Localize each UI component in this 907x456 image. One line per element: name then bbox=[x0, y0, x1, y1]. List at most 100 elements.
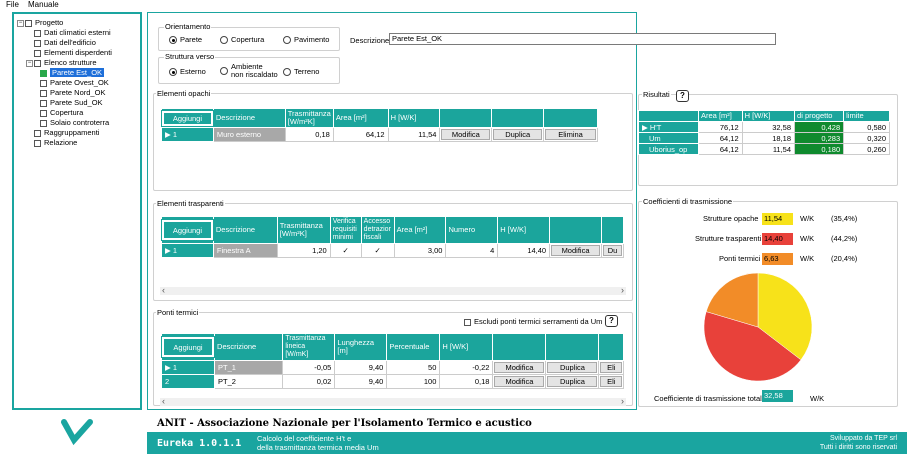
row-number: 1 bbox=[172, 130, 178, 139]
radio-icon[interactable] bbox=[283, 68, 291, 77]
descrizione-input[interactable]: Parete Est_OK bbox=[389, 33, 776, 45]
trasparenti-h-acc2: detrazior bbox=[363, 226, 391, 233]
row-name: H'T bbox=[649, 122, 662, 132]
modifica-button[interactable]: Modifica bbox=[441, 129, 491, 140]
table-row[interactable]: ▶ 1 Muro esterno 0,18 64,12 11,54 Modifi… bbox=[161, 127, 598, 142]
radio-pavimento[interactable]: Pavimento bbox=[283, 35, 329, 45]
opachi-title: Elementi opachi bbox=[156, 89, 212, 98]
elimina-button[interactable]: Eli bbox=[600, 362, 622, 373]
tree-item-parete-sud[interactable]: Parete Sud_OK bbox=[40, 98, 103, 107]
ponti-h-desc: Descrizione bbox=[214, 333, 284, 361]
radio-esterno[interactable]: Esterno bbox=[169, 67, 206, 77]
checkbox-icon[interactable] bbox=[25, 19, 32, 27]
radio-icon[interactable] bbox=[220, 36, 228, 45]
risultati-title: Risultati bbox=[642, 90, 671, 99]
duplica-button[interactable]: Duplica bbox=[493, 129, 543, 140]
tree-item-raggruppamenti[interactable]: Raggruppamenti bbox=[34, 128, 99, 137]
trasparenti-table: Aggiungi Descrizione Trasmittanza [W/m²K]… bbox=[161, 216, 625, 258]
table-row[interactable]: 2 PT_2 0,02 9,40 100 0,18 Modifica Dupli… bbox=[160, 374, 624, 389]
checkbox-checked-icon[interactable] bbox=[40, 69, 47, 77]
checkbox-icon[interactable] bbox=[40, 79, 47, 87]
radio-copertura[interactable]: Copertura bbox=[220, 35, 264, 45]
cell-desc: PT_2 bbox=[214, 374, 284, 389]
radio-icon[interactable] bbox=[220, 67, 228, 75]
radio-parete[interactable]: Parete bbox=[169, 35, 202, 45]
trasparenti-add-button[interactable]: Aggiungi bbox=[161, 219, 214, 241]
menu-file[interactable]: File bbox=[6, 0, 19, 9]
tree-root[interactable]: − Progetto bbox=[17, 18, 63, 27]
menu-manuale[interactable]: Manuale bbox=[28, 0, 59, 9]
tree-item-parete-nord[interactable]: Parete Nord_OK bbox=[40, 88, 105, 97]
tree-item-elenco-strutture[interactable]: − Elenco strutture bbox=[26, 58, 97, 67]
radio-selected-icon[interactable] bbox=[169, 36, 177, 45]
scroll-right-icon[interactable]: › bbox=[621, 285, 624, 295]
ponti-h-tras1: Trasmittanza bbox=[285, 335, 326, 342]
tree-item-parete-ovest[interactable]: Parete Ovest_OK bbox=[40, 78, 109, 87]
tree-item-dati-climatici[interactable]: Dati climatici esterni bbox=[34, 28, 111, 37]
cell-prog: 0,428 bbox=[794, 121, 845, 133]
radio-terreno[interactable]: Terreno bbox=[283, 67, 319, 77]
opachi-add-button[interactable]: Aggiungi bbox=[161, 109, 214, 127]
help-icon[interactable]: ? bbox=[676, 90, 689, 102]
checkbox-icon[interactable] bbox=[40, 89, 47, 97]
tree-item-parete-est[interactable]: Parete Est_OK bbox=[40, 68, 105, 77]
opachi-h-desc: Descrizione bbox=[212, 108, 286, 128]
checkbox-icon[interactable] bbox=[34, 49, 41, 57]
tree-item-solaio[interactable]: Solaio controterra bbox=[40, 118, 109, 127]
checkmark-icon[interactable]: ✓ bbox=[343, 246, 349, 255]
cell-area: 3,00 bbox=[393, 243, 447, 258]
checkbox-icon[interactable] bbox=[40, 109, 47, 117]
duplica-button[interactable]: Duplica bbox=[547, 362, 598, 373]
checkbox-icon[interactable] bbox=[40, 119, 47, 127]
cell-desc: PT_1 bbox=[214, 360, 284, 375]
radio-icon[interactable] bbox=[283, 36, 291, 45]
collapse-icon[interactable]: − bbox=[26, 59, 33, 67]
tree-item-copertura[interactable]: Copertura bbox=[40, 108, 83, 117]
coef-totale-label: Coefficiente di trasmissione totale bbox=[654, 394, 767, 403]
ponti-table: Aggiungi Descrizione Trasmittanza lineica… bbox=[160, 333, 624, 389]
cell-tras: 0,18 bbox=[284, 127, 334, 142]
modifica-button[interactable]: Modifica bbox=[551, 245, 600, 256]
tree-item-elementi-disperdenti[interactable]: Elementi disperdenti bbox=[34, 48, 112, 57]
footer-org: ANIT - Associazione Nazionale per l'Isol… bbox=[157, 418, 532, 429]
ponti-add-button[interactable]: Aggiungi bbox=[160, 336, 216, 358]
modifica-button[interactable]: Modifica bbox=[494, 362, 545, 373]
coefficienti-pie-chart bbox=[703, 272, 813, 382]
ponti-h-perc: Percentuale bbox=[386, 333, 441, 361]
checkbox-icon[interactable] bbox=[34, 29, 41, 37]
radio-ambiente[interactable]: Ambiente non riscaldato bbox=[220, 63, 278, 79]
scroll-right-icon[interactable]: › bbox=[621, 396, 624, 406]
help-icon[interactable]: ? bbox=[605, 315, 618, 327]
tree-item-dati-edificio[interactable]: Dati dell'edificio bbox=[34, 38, 96, 47]
elimina-button[interactable]: Elimina bbox=[545, 129, 596, 140]
checkbox-icon[interactable] bbox=[40, 99, 47, 107]
checkbox-icon[interactable] bbox=[34, 129, 41, 137]
table-row[interactable]: ▶ 1 Finestra A 1,20 ✓ ✓ 3,00 4 14,40 Mod… bbox=[161, 243, 625, 258]
checkbox-icon[interactable] bbox=[464, 318, 471, 326]
scroll-left-icon[interactable]: ‹ bbox=[162, 396, 165, 406]
duplica-button[interactable]: Duplica bbox=[547, 376, 598, 387]
trasparenti-h-desc: Descrizione bbox=[212, 216, 278, 244]
radio-selected-icon[interactable] bbox=[169, 68, 177, 77]
elimina-button[interactable]: Eli bbox=[600, 376, 622, 387]
row-name: Uborius_op bbox=[637, 143, 700, 155]
checkbox-icon[interactable] bbox=[34, 59, 41, 67]
checkmark-icon[interactable]: ✓ bbox=[375, 246, 381, 255]
trasparenti-h-tras2: [W/m²K] bbox=[279, 229, 307, 238]
escludi-checkbox[interactable]: Escludi ponti termici serramenti da Um bbox=[464, 317, 602, 326]
ponti-hscroll[interactable]: ‹ › bbox=[160, 396, 626, 406]
modifica-button[interactable]: Modifica bbox=[494, 376, 545, 387]
checkbox-icon[interactable] bbox=[34, 139, 41, 147]
main-panel: Orientamento Parete Copertura Pavimento … bbox=[147, 12, 776, 410]
risultati-table: Area [m²] H [W/K] di progetto limite ▶ H… bbox=[637, 110, 890, 155]
cell-h: -0,22 bbox=[439, 360, 494, 375]
cell-lim: 0,320 bbox=[843, 132, 890, 144]
duplica-button[interactable]: Du bbox=[602, 245, 622, 256]
collapse-icon[interactable]: − bbox=[17, 19, 24, 27]
scroll-left-icon[interactable]: ‹ bbox=[162, 285, 165, 295]
trasparenti-hscroll[interactable]: ‹ › bbox=[160, 285, 626, 295]
table-row[interactable]: ▶ 1 PT_1 -0,05 9,40 50 -0,22 Modifica Du… bbox=[160, 360, 624, 375]
tree-item-relazione[interactable]: Relazione bbox=[34, 138, 77, 147]
checkbox-icon[interactable] bbox=[34, 39, 41, 47]
cell-perc: 100 bbox=[386, 374, 441, 389]
